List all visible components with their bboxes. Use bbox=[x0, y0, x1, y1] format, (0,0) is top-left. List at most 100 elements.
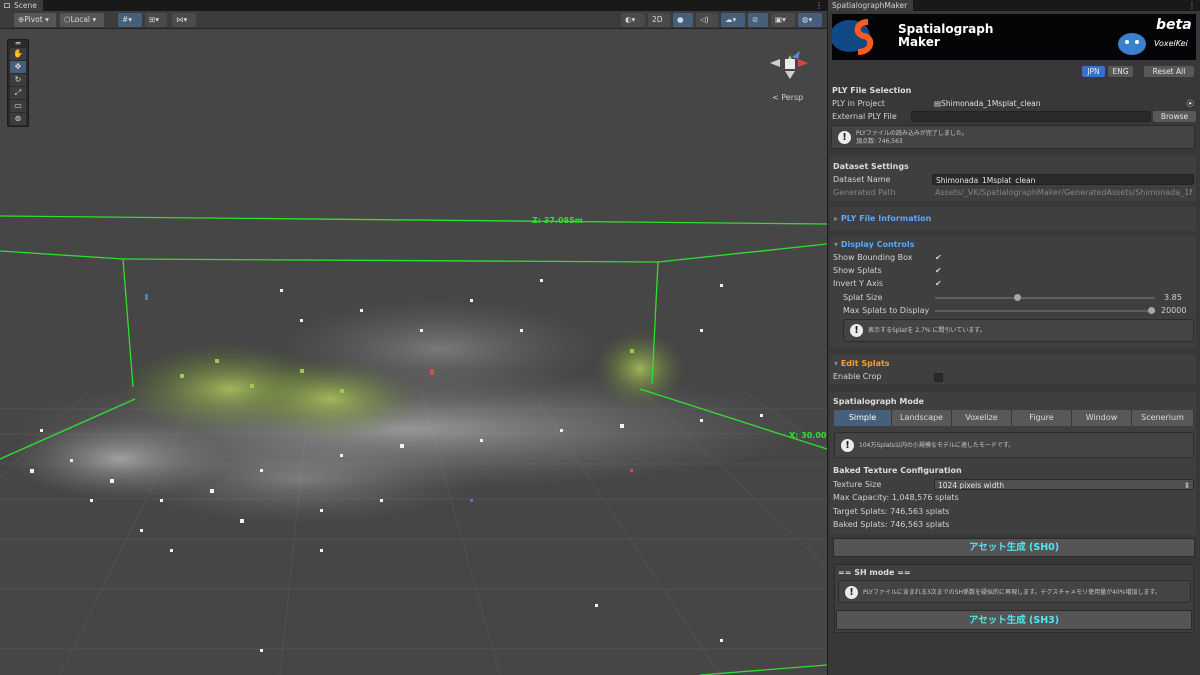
splat-cloud bbox=[10, 279, 810, 652]
external-ply-label: External PLY File bbox=[832, 112, 897, 121]
browse-button[interactable]: Browse bbox=[1153, 111, 1196, 122]
move-tool-icon[interactable]: ✥ bbox=[10, 61, 26, 73]
dataset-name-row: Dataset Name Shimonada_1Msplat_clean bbox=[828, 174, 1200, 186]
gizmos-dropdown[interactable]: ◍▾ bbox=[798, 13, 822, 27]
generate-sh3-button[interactable]: アセット生成 (SH3) bbox=[836, 610, 1192, 630]
generated-path-value: Assets/_VK/SpatialographMaker/GeneratedA… bbox=[935, 188, 1192, 197]
inspector-kebab-menu-icon[interactable]: ⋮ bbox=[1188, 0, 1196, 11]
banner-brand: VoxelKei bbox=[1154, 39, 1188, 48]
show-bbox-row: Show Bounding Box ✔ bbox=[828, 252, 1200, 264]
increment-snap-toggle[interactable]: ⊞▾ bbox=[145, 13, 167, 27]
generate-sh0-button[interactable]: アセット生成 (SH0) bbox=[833, 538, 1195, 557]
texture-size-dropdown[interactable]: 1024 pixels width ⇕ bbox=[934, 479, 1194, 490]
scene-viewport[interactable]: ═ ✋ ✥ ↻ ⤢ ▭ ⊛ Z: 37.085m X: 30.00 < Pers… bbox=[0, 29, 827, 675]
scale-tool-icon[interactable]: ⤢ bbox=[10, 87, 26, 99]
splat-size-slider-knob[interactable] bbox=[1013, 294, 1021, 301]
tab-window[interactable]: Window bbox=[1072, 410, 1132, 426]
max-splats-value[interactable]: 20000 bbox=[1161, 305, 1186, 317]
info-icon: ! bbox=[845, 586, 858, 599]
scene-render bbox=[0, 51, 827, 675]
max-capacity-row: Max Capacity: 1,048,576 splats bbox=[828, 492, 1200, 504]
tab-simple[interactable]: Simple bbox=[834, 410, 892, 426]
banner-title-line2: Maker bbox=[898, 35, 940, 49]
app-banner: Spatialograph Maker beta VoxelKei bbox=[832, 14, 1196, 60]
dataset-header: Dataset Settings bbox=[833, 162, 909, 171]
effects-dropdown[interactable]: ☁▾ bbox=[721, 13, 745, 27]
grid-icon: #▾ bbox=[122, 15, 133, 24]
scene-tab-icon bbox=[4, 3, 10, 8]
audio-toggle[interactable]: ◁) bbox=[696, 13, 718, 27]
sh-mode-note-text: PLYファイルに含まれる3次までのSH係数を疑似的に再現します。テクスチャメモリ… bbox=[863, 589, 1161, 596]
local-dropdown[interactable]: ⬡Local ▾ bbox=[60, 13, 104, 27]
splat-size-slider[interactable] bbox=[935, 297, 1155, 299]
local-label: Local bbox=[70, 15, 91, 24]
object-picker-icon[interactable]: ⦿ bbox=[1187, 98, 1195, 109]
max-splats-slider[interactable] bbox=[935, 310, 1155, 312]
show-bbox-checkbox[interactable]: ✔ bbox=[935, 252, 942, 264]
lang-jpn-button[interactable]: JPN bbox=[1082, 66, 1105, 77]
z-dimension-label: Z: 37.085m bbox=[532, 216, 583, 225]
mascot-icon bbox=[1118, 33, 1146, 55]
camera-icon: ▣▾ bbox=[775, 15, 786, 24]
tab-landscape[interactable]: Landscape bbox=[892, 410, 952, 426]
sh-mode-note: ! PLYファイルに含まれる3次までのSH係数を疑似的に再現します。テクスチャメ… bbox=[838, 580, 1191, 603]
ply-in-project-field[interactable]: ▤Shimonada_1Msplat_clean ⦿ bbox=[931, 98, 1196, 109]
persp-text: Persp bbox=[781, 93, 804, 102]
ply-in-project-label: PLY in Project bbox=[832, 99, 885, 108]
ply-in-project-row: PLY in Project ▤Shimonada_1Msplat_clean … bbox=[828, 98, 1200, 110]
reset-all-button[interactable]: Reset All bbox=[1144, 66, 1194, 77]
mode-2d-toggle[interactable]: 2D bbox=[648, 13, 670, 27]
transform-tool-icon[interactable]: ⊛ bbox=[10, 113, 26, 125]
inspector-tab-bar: SpatialographMaker ⋮ bbox=[828, 0, 1200, 11]
lighting-toggle[interactable]: ● bbox=[673, 13, 693, 27]
mode-note-text: 104万Splats以内の小規模なモデルに適したモードです。 bbox=[859, 442, 1015, 449]
eye-slash-icon: ⊘ bbox=[752, 15, 759, 24]
palette-grip-icon[interactable]: ═ bbox=[10, 40, 26, 48]
invert-y-row: Invert Y Axis ✔ bbox=[828, 278, 1200, 290]
display-controls-foldout[interactable]: ▾ Display Controls bbox=[834, 240, 914, 249]
generated-path-row: Generated Path Assets/_VK/SpatialographM… bbox=[828, 187, 1200, 199]
camera-dropdown[interactable]: ▣▾ bbox=[771, 13, 795, 27]
tab-scene[interactable]: Scene bbox=[0, 0, 43, 11]
dataset-name-input[interactable]: Shimonada_1Msplat_clean bbox=[932, 174, 1194, 185]
tab-figure[interactable]: Figure bbox=[1012, 410, 1072, 426]
ply-loaded-text: PLYファイルの読み込みが完了しました。 頂点数: 746,563 bbox=[856, 130, 968, 146]
baked-splats-row: Baked Splats: 746,563 splats bbox=[828, 519, 1200, 531]
rect-tool-icon[interactable]: ▭ bbox=[10, 100, 26, 112]
snap-icon: ⊞▾ bbox=[149, 15, 160, 24]
persp-label[interactable]: < Persp bbox=[772, 93, 803, 102]
foldout-collapsed-icon: ▸ bbox=[834, 214, 841, 223]
baked-splats-text: Baked Splats: 746,563 splats bbox=[833, 520, 950, 529]
tab-voxelize[interactable]: Voxelize bbox=[952, 410, 1012, 426]
lang-eng-button[interactable]: ENG bbox=[1108, 66, 1133, 77]
hand-tool-icon[interactable]: ✋ bbox=[10, 48, 26, 60]
mode-note: ! 104万Splats以内の小規模なモデルに適したモードです。 bbox=[834, 432, 1194, 458]
mode-header: Spatialograph Mode bbox=[833, 397, 924, 406]
pivot-dropdown[interactable]: ⊕Pivot ▾ bbox=[14, 13, 56, 27]
scene-panel: Scene ⋮ ⊕Pivot ▾ ⬡Local ▾ #▾ ⊞▾ ⋈▾ ◐▾ 2D… bbox=[0, 0, 827, 675]
edit-splats-foldout[interactable]: ▾ Edit Splats bbox=[834, 359, 890, 368]
foldout-expanded-icon: ▾ bbox=[834, 240, 841, 249]
hidden-objects-toggle[interactable]: ⊘ bbox=[748, 13, 768, 27]
invert-y-checkbox[interactable]: ✔ bbox=[935, 278, 942, 290]
max-splats-slider-knob[interactable] bbox=[1148, 307, 1155, 314]
tool-palette: ═ ✋ ✥ ↻ ⤢ ▭ ⊛ bbox=[7, 39, 29, 127]
info-icon: ! bbox=[850, 324, 863, 337]
scene-kebab-menu-icon[interactable]: ⋮ bbox=[815, 0, 823, 11]
tab-spatialograph-maker[interactable]: SpatialographMaker bbox=[828, 0, 914, 11]
dataset-name-label: Dataset Name bbox=[833, 175, 891, 184]
enable-crop-checkbox[interactable] bbox=[934, 373, 943, 382]
external-ply-field[interactable] bbox=[911, 111, 1151, 122]
foldout-expanded-icon: ▾ bbox=[834, 359, 841, 368]
mode-2d-label: 2D bbox=[652, 15, 663, 24]
draw-mode-dropdown[interactable]: ◐▾ bbox=[621, 13, 645, 27]
rotate-tool-icon[interactable]: ↻ bbox=[10, 74, 26, 86]
enable-crop-label: Enable Crop bbox=[833, 372, 882, 381]
align-dropdown[interactable]: ⋈▾ bbox=[172, 13, 196, 27]
show-splats-checkbox[interactable]: ✔ bbox=[935, 265, 942, 277]
splat-size-value[interactable]: 3.85 bbox=[1164, 292, 1182, 304]
tab-scenerium[interactable]: Scenerium bbox=[1132, 410, 1194, 426]
ply-info-foldout[interactable]: ▸ PLY File Information bbox=[834, 214, 931, 223]
splat-size-row: Splat Size 3.85 bbox=[828, 292, 1200, 304]
grid-snap-toggle[interactable]: #▾ bbox=[118, 13, 142, 27]
